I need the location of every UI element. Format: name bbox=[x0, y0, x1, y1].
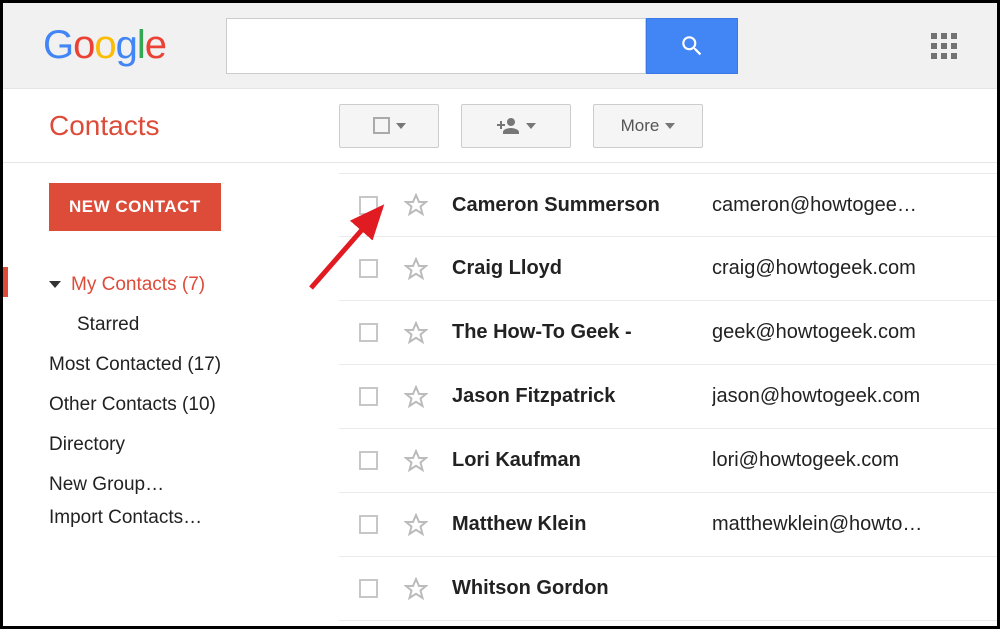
sidebar-item-import-contacts[interactable]: Import Contacts… bbox=[49, 505, 339, 538]
search-bar bbox=[226, 18, 738, 74]
row-checkbox[interactable] bbox=[359, 196, 378, 215]
table-row[interactable]: Lori Kaufmanlori@howtogeek.com bbox=[339, 429, 997, 493]
sidebar-item-label: Most Contacted (17) bbox=[49, 354, 221, 375]
apps-grid-icon[interactable] bbox=[931, 33, 957, 59]
sidebar-item-label: My Contacts (7) bbox=[71, 274, 205, 295]
star-icon[interactable] bbox=[404, 577, 428, 601]
add-to-contacts-dropdown[interactable] bbox=[461, 104, 571, 148]
contact-email: craig@howtogeek.com bbox=[712, 257, 992, 280]
star-icon[interactable] bbox=[404, 513, 428, 537]
contact-name: Whitson Gordon bbox=[452, 577, 712, 600]
more-dropdown[interactable]: More bbox=[593, 104, 703, 148]
contact-name: Matthew Klein bbox=[452, 513, 712, 536]
checkbox-icon bbox=[373, 117, 390, 134]
table-row[interactable]: Cameron Summersoncameron@howtogee… bbox=[339, 173, 997, 237]
page-title: Contacts bbox=[49, 110, 339, 142]
table-row[interactable]: The How-To Geek -geek@howtogeek.com bbox=[339, 301, 997, 365]
star-icon[interactable] bbox=[404, 193, 428, 217]
table-row[interactable]: Jason Fitzpatrickjason@howtogeek.com bbox=[339, 365, 997, 429]
sidebar-item-label: New Group… bbox=[49, 474, 164, 495]
sidebar-item-starred[interactable]: Starred bbox=[49, 305, 339, 345]
row-checkbox[interactable] bbox=[359, 579, 378, 598]
sidebar-item-label: Import Contacts… bbox=[49, 507, 202, 528]
main-area: NEW CONTACT My Contacts (7) Starred Most… bbox=[3, 163, 997, 626]
sidebar-nav: My Contacts (7) Starred Most Contacted (… bbox=[49, 265, 339, 538]
app-header: Google bbox=[3, 3, 997, 89]
contact-name: The How-To Geek - bbox=[452, 321, 712, 344]
star-icon[interactable] bbox=[404, 257, 428, 281]
contact-name: Craig Lloyd bbox=[452, 257, 712, 280]
chevron-down-icon bbox=[526, 123, 536, 129]
sidebar-item-my-contacts[interactable]: My Contacts (7) bbox=[49, 265, 339, 305]
contact-name: Jason Fitzpatrick bbox=[452, 385, 712, 408]
star-icon[interactable] bbox=[404, 385, 428, 409]
new-contact-button[interactable]: NEW CONTACT bbox=[49, 183, 221, 231]
sidebar-item-most-contacted[interactable]: Most Contacted (17) bbox=[49, 345, 339, 385]
sidebar: NEW CONTACT My Contacts (7) Starred Most… bbox=[3, 163, 339, 626]
search-input[interactable] bbox=[226, 18, 646, 74]
sidebar-item-label: Directory bbox=[49, 434, 125, 455]
sidebar-item-directory[interactable]: Directory bbox=[49, 425, 339, 465]
person-add-icon bbox=[496, 114, 520, 138]
row-checkbox[interactable] bbox=[359, 387, 378, 406]
more-label: More bbox=[621, 116, 660, 136]
table-row[interactable]: Craig Lloydcraig@howtogeek.com bbox=[339, 237, 997, 301]
sidebar-item-label: Other Contacts (10) bbox=[49, 394, 216, 415]
sidebar-item-other-contacts[interactable]: Other Contacts (10) bbox=[49, 385, 339, 425]
star-icon[interactable] bbox=[404, 321, 428, 345]
star-icon[interactable] bbox=[404, 449, 428, 473]
subheader: Contacts More bbox=[3, 89, 997, 163]
contact-email: geek@howtogeek.com bbox=[712, 321, 992, 344]
contact-email: matthewklein@howto… bbox=[712, 513, 992, 536]
table-row[interactable]: Whitson Gordon bbox=[339, 557, 997, 621]
row-checkbox[interactable] bbox=[359, 451, 378, 470]
contact-email: jason@howtogeek.com bbox=[712, 385, 992, 408]
chevron-down-icon bbox=[665, 123, 675, 129]
contact-email: lori@howtogeek.com bbox=[712, 449, 992, 472]
contact-name: Cameron Summerson bbox=[452, 194, 712, 217]
contact-name: Lori Kaufman bbox=[452, 449, 712, 472]
chevron-down-icon bbox=[396, 123, 406, 129]
chevron-down-icon bbox=[49, 281, 61, 288]
search-icon bbox=[679, 33, 705, 59]
sidebar-item-new-group[interactable]: New Group… bbox=[49, 465, 339, 505]
row-checkbox[interactable] bbox=[359, 259, 378, 278]
sidebar-item-label: Starred bbox=[77, 314, 139, 335]
row-checkbox[interactable] bbox=[359, 515, 378, 534]
row-checkbox[interactable] bbox=[359, 323, 378, 342]
table-row[interactable]: Matthew Kleinmatthewklein@howto… bbox=[339, 493, 997, 557]
search-button[interactable] bbox=[646, 18, 738, 74]
select-all-dropdown[interactable] bbox=[339, 104, 439, 148]
contact-email: cameron@howtogee… bbox=[712, 194, 992, 217]
toolbar: More bbox=[339, 104, 703, 148]
google-logo: Google bbox=[43, 23, 166, 68]
contacts-list: Cameron Summersoncameron@howtogee…Craig … bbox=[339, 163, 997, 626]
